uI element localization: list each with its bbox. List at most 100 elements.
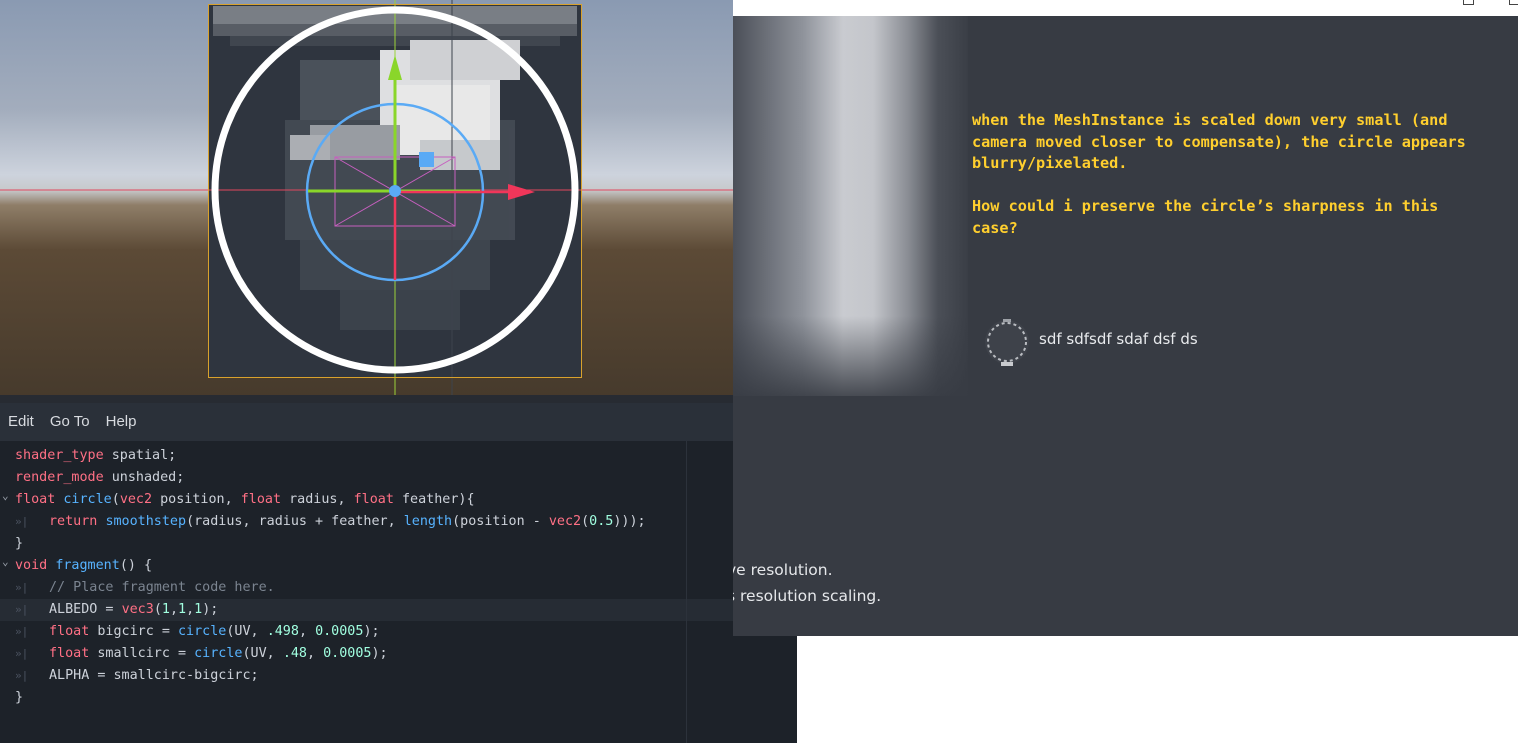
tab-indicator-icon: »| [15, 603, 29, 616]
code-minimap-divider [686, 441, 687, 743]
code-token: } [15, 690, 24, 705]
menu-go-to[interactable]: Go To [42, 403, 98, 441]
tab-indicator-icon: »| [15, 515, 29, 528]
code-text: float circle(vec2 position, float radius… [15, 489, 475, 511]
code-token: smallcirc = [89, 646, 195, 661]
fold-chevron-icon[interactable]: ⌄ [2, 485, 9, 507]
fold-chevron-icon[interactable]: ⌄ [2, 551, 9, 573]
code-token: feather){ [393, 492, 475, 507]
tab-indicator-icon: »| [15, 581, 29, 594]
code-token: void [15, 558, 48, 573]
selection-bounding-box [208, 4, 582, 378]
code-token: ))); [613, 514, 646, 529]
3d-viewport[interactable] [0, 0, 733, 403]
viewport-divider [0, 395, 733, 403]
code-token: float [15, 492, 56, 507]
code-token: (UV, [226, 624, 267, 639]
maximize-icon[interactable] [1509, 0, 1518, 5]
code-token: ); [202, 602, 219, 617]
editor-menubar: Edit Go To Help [0, 403, 733, 441]
code-token: spatial; [103, 448, 177, 463]
script-editor: Edit Go To Help shader_type spatial; rend… [0, 403, 797, 743]
code-text: float smallcirc = circle(UV, .48, 0.0005… [49, 643, 388, 665]
code-token: unshaded; [103, 470, 185, 485]
code-token: , [169, 602, 178, 617]
code-token: // Place fragment code here. [49, 580, 275, 595]
minimize-icon[interactable] [1463, 0, 1474, 5]
code-token: 0.0005 [315, 624, 364, 639]
code-token: ); [363, 624, 380, 639]
username[interactable]: sdf sdfsdf sdaf dsf ds [1039, 330, 1198, 348]
code-token: , [298, 624, 316, 639]
code-text: return smoothstep(radius, radius + feath… [49, 511, 646, 533]
menu-edit[interactable]: Edit [0, 403, 42, 441]
code-token: shader_type [15, 448, 104, 463]
code-token: (UV, [242, 646, 283, 661]
question-text: when the MeshInstance is scaled down ver… [972, 111, 1466, 237]
code-text: // Place fragment code here. [49, 577, 275, 599]
code-token: fragment [55, 558, 120, 573]
code-line[interactable]: ⌄ void fragment() { [0, 555, 733, 577]
code-token: (position - [452, 514, 549, 529]
code-token: float [353, 492, 394, 507]
code-token: , [307, 646, 324, 661]
code-token: float [49, 624, 90, 639]
code-text: ALBEDO = vec3(1,1,1); [49, 599, 218, 621]
menu-help[interactable]: Help [98, 403, 145, 441]
code-token: vec3 [121, 602, 154, 617]
code-token: length [403, 514, 453, 529]
tab-indicator-icon: »| [15, 669, 29, 682]
code-line[interactable]: »| // Place fragment code here. [0, 577, 733, 599]
code-text: float bigcirc = circle(UV, .498, 0.0005)… [49, 621, 380, 643]
code-token: radius, [281, 492, 354, 507]
code-token: circle [63, 492, 112, 507]
code-text: render_mode unshaded; [15, 467, 184, 489]
code-token: render_mode [15, 470, 104, 485]
forum-post-panel: when the MeshInstance is scaled down ver… [733, 16, 1518, 636]
code-line[interactable]: »| float bigcirc = circle(UV, .498, 0.000… [0, 621, 733, 643]
blurred-background-fade [733, 316, 968, 406]
code-token: vec2 [548, 514, 582, 529]
code-token: ( [153, 602, 162, 617]
code-text-area[interactable]: shader_type spatial; render_mode unshaded… [0, 441, 797, 743]
code-token: smoothstep [105, 514, 187, 529]
code-line[interactable]: shader_type spatial; [0, 445, 733, 467]
code-line[interactable]: } [0, 533, 733, 555]
code-token: (radius, radius + feather, [186, 514, 404, 529]
code-token: ALBEDO = [49, 602, 122, 617]
code-line[interactable]: »| ALBEDO = vec3(1,1,1); [0, 599, 733, 621]
code-text: void fragment() { [15, 555, 152, 577]
code-token: ); [371, 646, 388, 661]
code-text: } [15, 687, 23, 709]
code-token: , [186, 602, 195, 617]
code-token: 1 [194, 602, 203, 617]
code-token: 0.0005 [323, 646, 372, 661]
code-token: circle [194, 646, 243, 661]
code-token: ALPHA = smallcirc-bigcirc; [49, 668, 259, 683]
code-token: position, [152, 492, 241, 507]
reply-text-line-1: ve resolution. [733, 561, 833, 579]
code-text: } [15, 533, 23, 555]
window-controls [1463, 0, 1518, 6]
code-token: return [49, 514, 98, 529]
code-token: 1 [161, 602, 170, 617]
code-token: circle [178, 624, 227, 639]
code-line[interactable]: »| ALPHA = smallcirc-bigcirc; [0, 665, 733, 687]
code-token: float [49, 646, 90, 661]
code-token: vec2 [119, 492, 153, 507]
code-line[interactable]: } [0, 687, 733, 709]
reply-text-line-2: s resolution scaling. [733, 587, 882, 605]
avatar[interactable] [980, 308, 1034, 372]
code-token: .48 [282, 646, 307, 661]
code-token: 1 [178, 602, 187, 617]
tab-indicator-icon: »| [15, 647, 29, 660]
tab-indicator-icon: »| [15, 625, 29, 638]
code-line[interactable]: ⌄ float circle(vec2 position, float radiu… [0, 489, 733, 511]
code-token: bigcirc = [89, 624, 178, 639]
code-line[interactable]: render_mode unshaded; [0, 467, 733, 489]
code-line[interactable]: »| return smoothstep(radius, radius + fea… [0, 511, 733, 533]
code-token: ( [111, 492, 120, 507]
code-token: .498 [266, 624, 299, 639]
code-line[interactable]: »| float smallcirc = circle(UV, .48, 0.00… [0, 643, 733, 665]
code-token: () { [119, 558, 153, 573]
